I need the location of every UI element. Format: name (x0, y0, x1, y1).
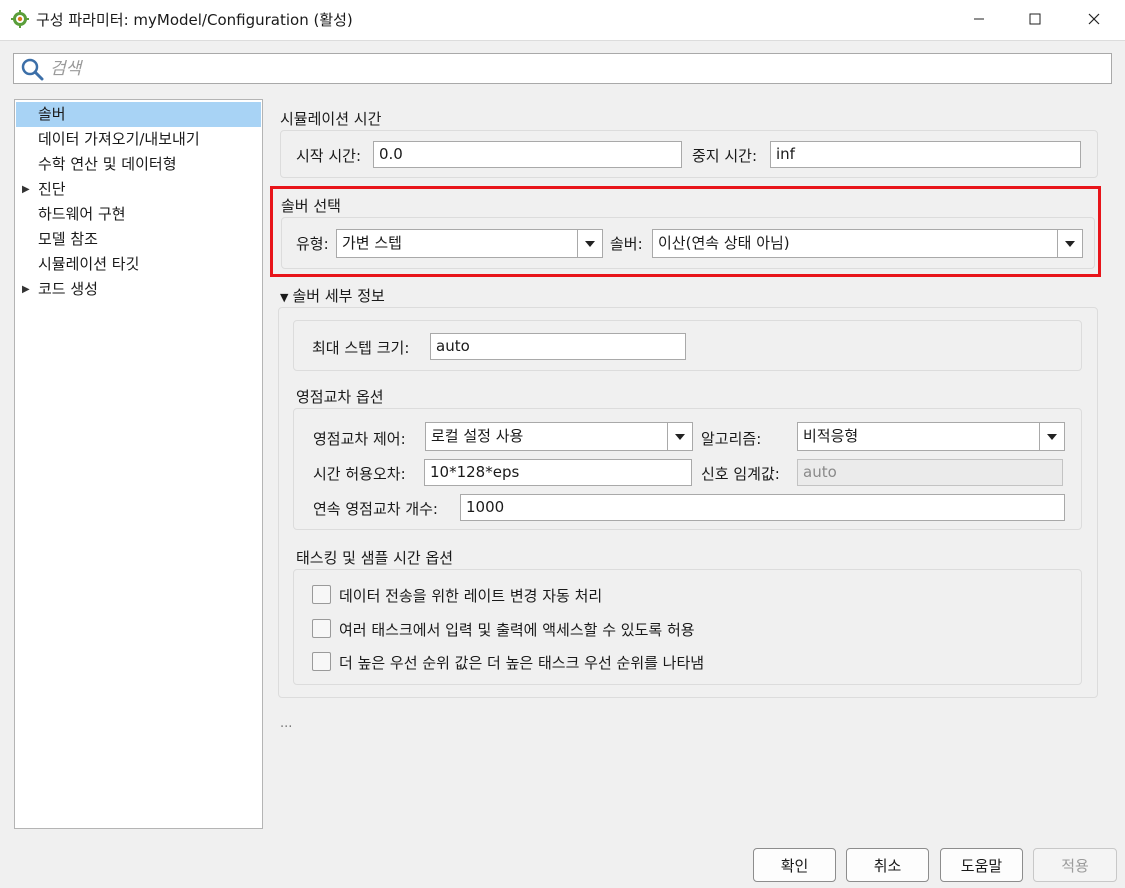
zc-control-label: 영점교차 제어: (313, 430, 406, 448)
sim-time-title: 시뮬레이션 시간 (280, 110, 382, 128)
max-step-field[interactable]: auto (430, 333, 686, 360)
zc-control-dropdown[interactable]: 로컬 설정 사용 (425, 422, 693, 451)
search-box[interactable] (13, 53, 1112, 84)
tree-item-hardware-implementation[interactable]: 하드웨어 구현 (16, 202, 261, 227)
chevron-down-icon[interactable] (667, 423, 692, 450)
expand-arrow-icon[interactable]: ▶ (22, 277, 30, 302)
window-title: 구성 파라미터: myModel/Configuration (활성) (36, 11, 353, 29)
tree-item-label: 솔버 (38, 105, 66, 123)
start-time-field[interactable]: 0.0 (373, 141, 682, 168)
chevron-down-icon[interactable] (1039, 423, 1064, 450)
signal-threshold-field: auto (797, 459, 1063, 486)
max-step-label: 최대 스텝 크기: (312, 339, 410, 357)
algorithm-label: 알고리즘: (701, 430, 762, 448)
expand-arrow-icon[interactable]: ▶ (22, 177, 30, 202)
multitask-access-checkbox[interactable] (312, 619, 331, 638)
zc-count-field[interactable]: 1000 (460, 494, 1065, 521)
highlight-box (270, 186, 1101, 277)
start-time-label: 시작 시간: (296, 147, 362, 165)
tree-item-code-generation[interactable]: ▶ 코드 생성 (16, 277, 261, 302)
tree-item-label: 모델 참조 (38, 230, 98, 248)
cancel-button[interactable]: 취소 (846, 848, 929, 882)
auto-rate-transition-checkbox[interactable] (312, 585, 331, 604)
search-icon (20, 57, 44, 81)
signal-threshold-label: 신호 임계값: (701, 465, 780, 483)
tree-item-label: 하드웨어 구현 (38, 205, 126, 223)
collapse-arrow-icon[interactable]: ▼ (280, 291, 288, 304)
max-step-group (293, 320, 1082, 371)
auto-rate-transition-label[interactable]: 데이터 전송을 위한 레이트 변경 자동 처리 (339, 585, 602, 606)
tree-item-diagnostics[interactable]: ▶ 진단 (16, 177, 261, 202)
zc-count-label: 연속 영점교차 개수: (313, 500, 438, 518)
zero-crossing-title: 영점교차 옵션 (296, 388, 384, 406)
ok-button[interactable]: 확인 (753, 848, 836, 882)
maximize-button[interactable] (1007, 0, 1063, 38)
help-button[interactable]: 도움말 (940, 848, 1023, 882)
title-bar: 구성 파라미터: myModel/Configuration (활성) (0, 0, 1125, 40)
stop-time-field[interactable]: inf (770, 141, 1081, 168)
apply-button[interactable]: 적용 (1033, 848, 1117, 882)
solver-details-title[interactable]: ▼ 솔버 세부 정보 (280, 285, 385, 306)
simulink-gear-icon (11, 10, 29, 28)
stop-time-label: 중지 시간: (692, 147, 758, 165)
algorithm-dropdown[interactable]: 비적응형 (797, 422, 1065, 451)
tree-item-data-import-export[interactable]: 데이터 가져오기/내보내기 (16, 127, 261, 152)
minimize-button[interactable] (951, 0, 1007, 38)
tree-item-math-data-types[interactable]: 수학 연산 및 데이터형 (16, 152, 261, 177)
priority-checkbox[interactable] (312, 652, 331, 671)
more-options-ellipsis[interactable]: ... (280, 716, 292, 731)
time-tolerance-field[interactable]: 10*128*eps (424, 459, 692, 486)
time-tolerance-label: 시간 허용오차: (313, 465, 406, 483)
tree-item-label: 진단 (38, 180, 66, 198)
close-button[interactable] (1066, 0, 1122, 38)
tree-item-simulation-target[interactable]: 시뮬레이션 타깃 (16, 252, 261, 277)
algorithm-value: 비적응형 (803, 427, 859, 445)
solver-details-label: 솔버 세부 정보 (292, 287, 385, 305)
tree-item-solver[interactable]: 솔버 (16, 102, 261, 127)
tree-item-label: 시뮬레이션 타깃 (38, 255, 140, 273)
tree-item-label: 데이터 가져오기/내보내기 (38, 130, 200, 148)
tree-item-label: 수학 연산 및 데이터형 (38, 155, 177, 173)
multitask-access-label[interactable]: 여러 태스크에서 입력 및 출력에 액세스할 수 있도록 허용 (339, 619, 695, 640)
category-tree: 솔버 데이터 가져오기/내보내기 수학 연산 및 데이터형 ▶ 진단 하드웨어 구… (14, 99, 263, 829)
close-icon (1088, 13, 1100, 25)
maximize-icon (1029, 13, 1041, 25)
minimize-icon (974, 18, 984, 20)
tree-item-label: 코드 생성 (38, 280, 98, 298)
priority-label[interactable]: 더 높은 우선 순위 값은 더 높은 태스크 우선 순위를 나타냄 (339, 652, 704, 673)
tasking-title: 태스킹 및 샘플 시간 옵션 (296, 549, 454, 567)
search-input[interactable] (48, 56, 1098, 81)
tree-item-model-referencing[interactable]: 모델 참조 (16, 227, 261, 252)
zc-control-value: 로컬 설정 사용 (431, 427, 524, 445)
